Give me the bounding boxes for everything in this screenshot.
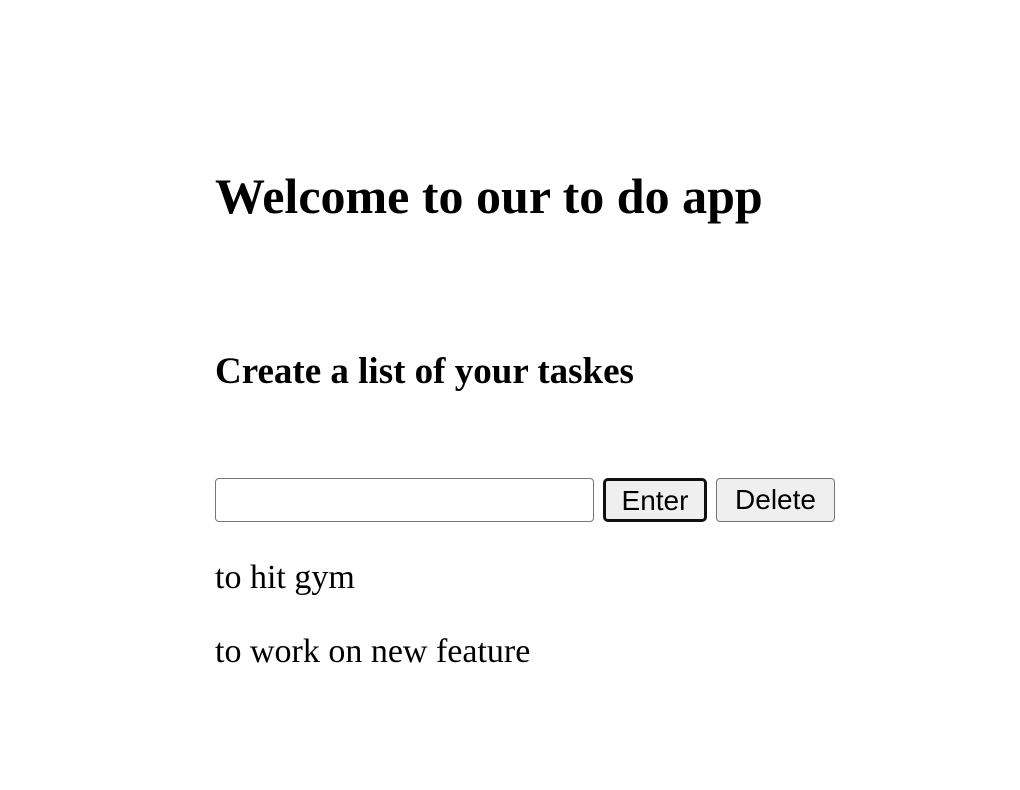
page-title: Welcome to our to do app	[215, 168, 763, 224]
enter-button[interactable]: Enter	[603, 478, 707, 522]
todo-app-page: Welcome to our to do app Create a list o…	[0, 0, 1020, 790]
task-list: to hit gym to work on new feature	[215, 556, 530, 704]
task-form: Enter Delete	[215, 478, 835, 522]
task-item: to work on new feature	[215, 633, 531, 670]
delete-button[interactable]: Delete	[716, 478, 835, 522]
task-input[interactable]	[215, 478, 594, 522]
page-subtitle: Create a list of your taskes	[215, 351, 634, 392]
task-item: to hit gym	[215, 559, 355, 596]
